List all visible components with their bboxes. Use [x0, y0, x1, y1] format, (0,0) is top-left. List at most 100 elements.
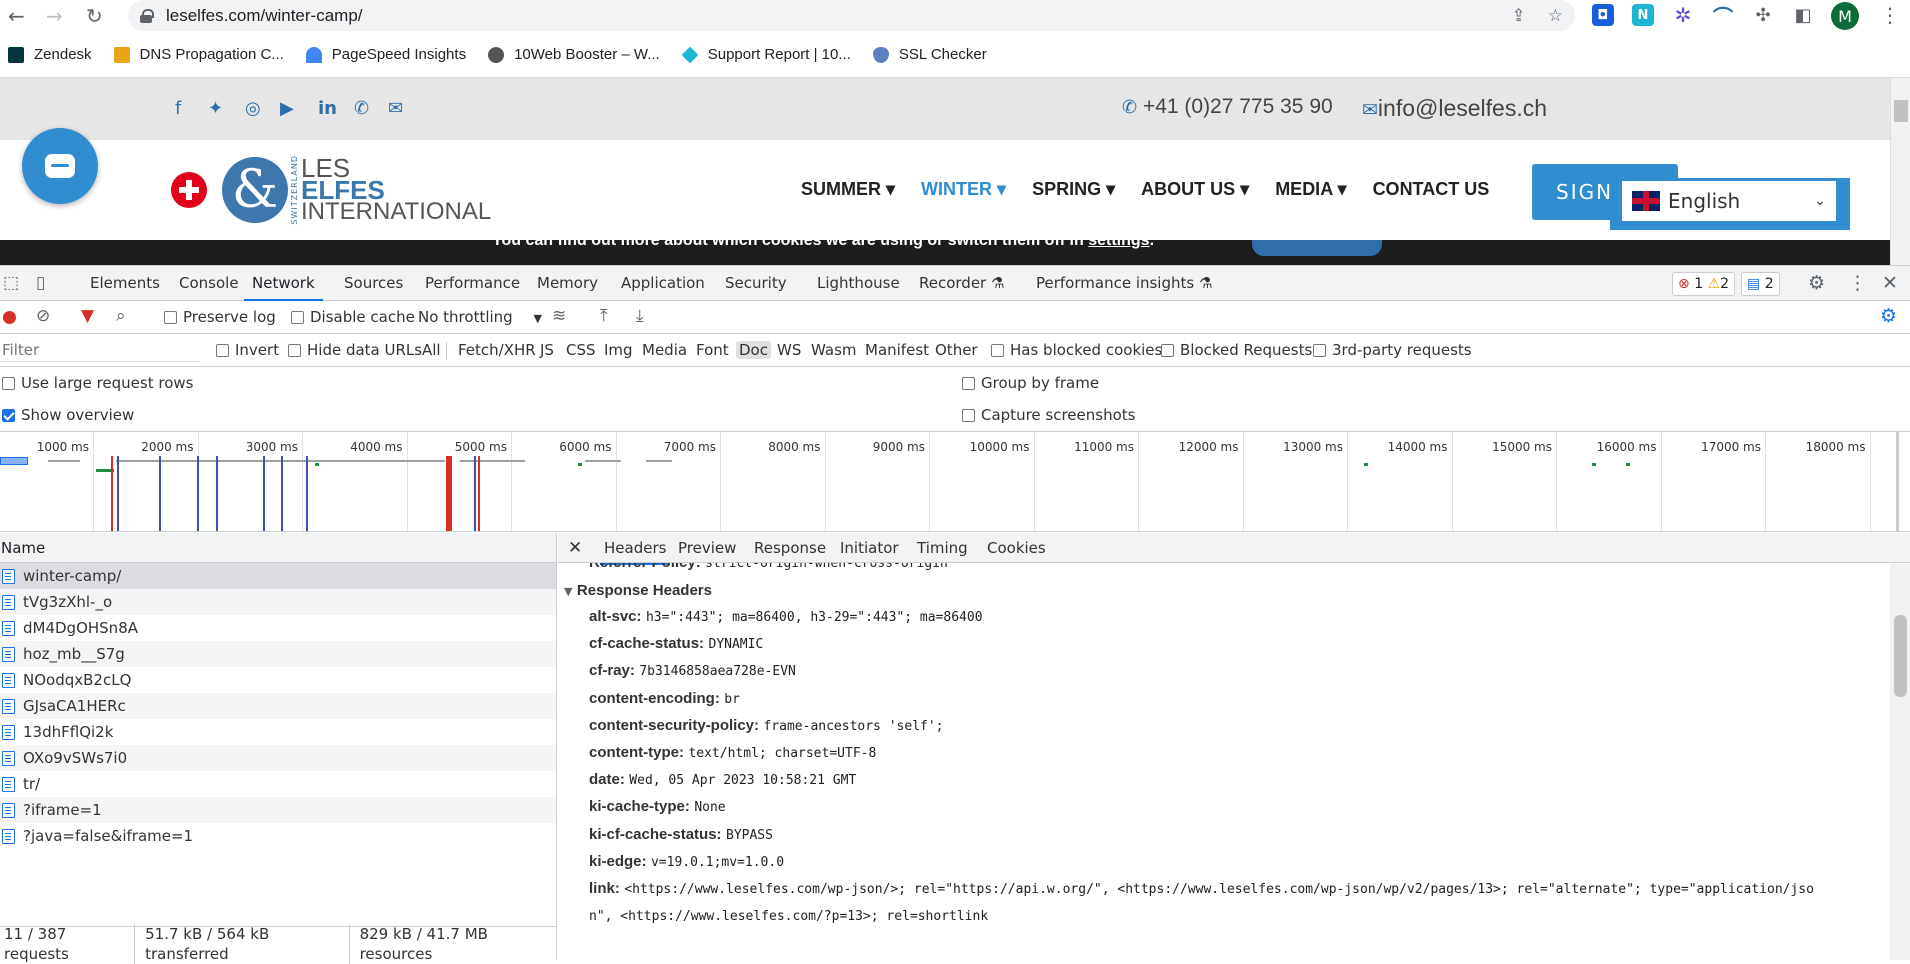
- linkedin-icon[interactable]: in: [318, 98, 337, 119]
- bookmark-support-report[interactable]: Support Report | 10...: [681, 46, 851, 63]
- filter-type-ws[interactable]: WS: [777, 341, 801, 359]
- checkbox[interactable]: [962, 409, 975, 422]
- browser-menu-icon[interactable]: ⋮: [1880, 3, 1900, 27]
- overview-resize-handle[interactable]: [1896, 432, 1899, 531]
- checkbox[interactable]: [962, 377, 975, 390]
- filter-type-all[interactable]: All: [422, 341, 441, 359]
- tab-lighthouse[interactable]: Lighthouse: [817, 266, 900, 301]
- show-overview-checkbox[interactable]: Show overview: [2, 406, 134, 424]
- star-bookmark-icon[interactable]: ☆: [1548, 6, 1563, 26]
- detail-tab-timing[interactable]: Timing: [917, 533, 968, 563]
- tab-performance[interactable]: Performance: [425, 266, 520, 301]
- throttling-select[interactable]: No throttling ▼: [418, 308, 542, 326]
- bookmark-pagespeed[interactable]: PageSpeed Insights: [305, 46, 466, 63]
- side-panel-icon[interactable]: ◧: [1792, 4, 1814, 26]
- close-devtools-icon[interactable]: ✕: [1882, 272, 1898, 294]
- instagram-icon[interactable]: ◎: [245, 98, 261, 119]
- request-row[interactable]: winter-camp/: [0, 563, 556, 589]
- lock-icon[interactable]: [140, 8, 154, 23]
- filter-type-img[interactable]: Img: [604, 341, 633, 359]
- arc-extension-icon[interactable]: ⌒: [1712, 4, 1734, 29]
- third-party-requests-checkbox[interactable]: 3rd-party requests: [1313, 341, 1472, 359]
- request-row[interactable]: ?java=false&iframe=1: [0, 823, 556, 849]
- site-phone[interactable]: ✆ +41 (0)27 775 35 90: [1122, 95, 1333, 119]
- nav-media[interactable]: MEDIA ▾: [1275, 179, 1346, 200]
- page-scrollbar[interactable]: [1890, 78, 1910, 265]
- network-overview-timeline[interactable]: 1000 ms 2000 ms 3000 ms 4000 ms 5000 ms 6000 …: [0, 432, 1910, 532]
- language-selector[interactable]: English ⌄: [1610, 178, 1850, 230]
- search-icon[interactable]: ⌕: [116, 306, 126, 326]
- phone-icon[interactable]: ✆: [354, 98, 369, 119]
- chat-widget-button[interactable]: [22, 128, 98, 204]
- tab-sources[interactable]: Sources: [344, 266, 403, 301]
- youtube-icon[interactable]: ▶: [280, 98, 294, 119]
- profile-avatar[interactable]: M: [1831, 2, 1859, 30]
- bookmark-10web-booster[interactable]: 10Web Booster – W...: [488, 46, 660, 63]
- tab-security[interactable]: Security: [725, 266, 787, 301]
- cookie-accept-button[interactable]: [1252, 240, 1382, 256]
- request-row[interactable]: ?iframe=1: [0, 797, 556, 823]
- devtools-menu-icon[interactable]: ⋮: [1848, 272, 1867, 294]
- url-text[interactable]: leselfes.com/winter-camp/: [166, 6, 363, 26]
- filter-type-media[interactable]: Media: [642, 341, 687, 359]
- checkbox[interactable]: [991, 344, 1004, 357]
- export-har-icon[interactable]: ⤓: [636, 306, 644, 326]
- tab-application[interactable]: Application: [621, 266, 705, 301]
- n-extension-icon[interactable]: N: [1632, 4, 1654, 26]
- checkbox[interactable]: [164, 311, 177, 324]
- tab-performance-insights[interactable]: Performance insights ⚗: [1036, 266, 1212, 301]
- import-har-icon[interactable]: ⤒: [600, 306, 608, 326]
- bookmark-ssl-checker[interactable]: SSL Checker: [872, 46, 987, 63]
- settings-gear-icon[interactable]: ⚙: [1808, 272, 1825, 294]
- twitter-icon[interactable]: ✦: [208, 98, 223, 119]
- detail-tab-response[interactable]: Response: [754, 533, 826, 563]
- response-headers-section-toggle[interactable]: ▼ Response Headers: [564, 577, 712, 605]
- page-scrollbar-thumb[interactable]: [1894, 100, 1908, 122]
- detail-tab-headers[interactable]: Headers: [600, 533, 671, 565]
- request-row[interactable]: GJsaCA1HERc: [0, 693, 556, 719]
- nav-contact-us[interactable]: CONTACT US: [1373, 179, 1490, 200]
- preserve-log-checkbox[interactable]: Preserve log: [164, 308, 276, 326]
- request-row[interactable]: 13dhFflQi2k: [0, 719, 556, 745]
- capture-screenshots-checkbox[interactable]: Capture screenshots: [962, 406, 1135, 424]
- filter-type-font[interactable]: Font: [696, 341, 729, 359]
- checkbox[interactable]: [1313, 344, 1326, 357]
- request-row[interactable]: tr/: [0, 771, 556, 797]
- detail-tab-preview[interactable]: Preview: [678, 533, 736, 563]
- invert-checkbox[interactable]: Invert: [216, 341, 279, 359]
- detail-scrollbar[interactable]: [1890, 563, 1910, 960]
- error-warning-badge[interactable]: ⊗ 1 ⚠2: [1672, 272, 1736, 296]
- hide-data-urls-checkbox[interactable]: Hide data URLs: [288, 341, 422, 359]
- email-icon[interactable]: ✉: [388, 98, 403, 119]
- close-detail-icon[interactable]: ✕: [568, 533, 582, 563]
- checkbox-checked[interactable]: [2, 409, 15, 422]
- tab-recorder[interactable]: Recorder ⚗: [919, 266, 1004, 301]
- detail-scrollbar-thumb[interactable]: [1894, 615, 1907, 697]
- nav-winter[interactable]: WINTER ▾: [921, 179, 1006, 200]
- device-toolbar-icon[interactable]: ▯: [36, 273, 45, 293]
- checkbox[interactable]: [216, 344, 229, 357]
- checkbox[interactable]: [291, 311, 304, 324]
- network-settings-gear-icon[interactable]: ⚙: [1880, 305, 1897, 327]
- share-icon[interactable]: ⇪: [1512, 6, 1526, 26]
- reload-icon[interactable]: ↻: [86, 4, 103, 28]
- filter-funnel-icon[interactable]: ▼: [81, 306, 94, 326]
- bitwarden-extension-icon[interactable]: ◘: [1592, 4, 1614, 26]
- tab-console[interactable]: Console: [179, 266, 239, 301]
- name-column-header[interactable]: Name: [0, 533, 556, 563]
- record-icon[interactable]: [3, 311, 16, 324]
- blocked-requests-checkbox[interactable]: Blocked Requests: [1161, 341, 1312, 359]
- filter-type-fetch-xhr[interactable]: Fetch/XHR: [458, 341, 536, 359]
- nav-about-us[interactable]: ABOUT US ▾: [1141, 179, 1249, 200]
- filter-type-doc[interactable]: Doc: [736, 341, 771, 359]
- sparkle-extension-icon[interactable]: ✲: [1672, 3, 1694, 27]
- forward-arrow-icon[interactable]: →: [46, 4, 63, 28]
- checkbox[interactable]: [1161, 344, 1174, 357]
- puzzle-extensions-icon[interactable]: ✣: [1752, 4, 1774, 26]
- request-row[interactable]: hoz_mb__S7g: [0, 641, 556, 667]
- filter-type-manifest[interactable]: Manifest: [865, 341, 929, 359]
- site-email[interactable]: ✉info@leselfes.ch: [1362, 95, 1547, 122]
- detail-tab-cookies[interactable]: Cookies: [987, 533, 1046, 563]
- bookmark-zendesk[interactable]: Zendesk: [8, 46, 92, 63]
- messages-badge[interactable]: ▤ 2: [1741, 272, 1780, 296]
